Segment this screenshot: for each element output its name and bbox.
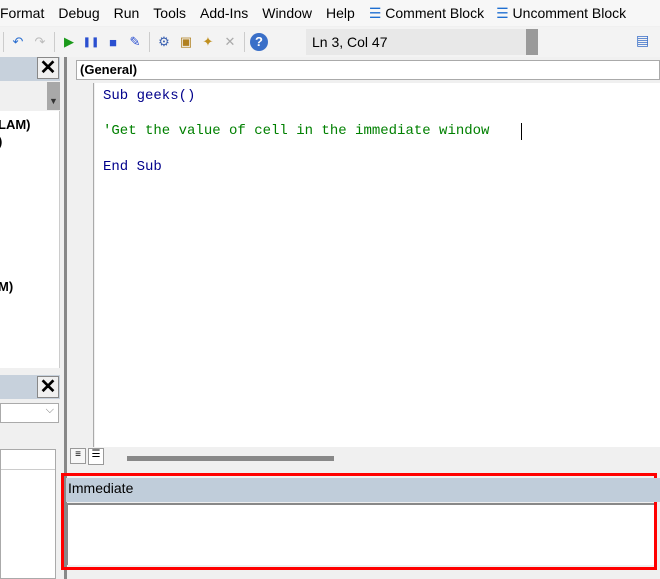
separator	[54, 32, 55, 52]
code-margin	[68, 83, 94, 447]
immediate-window-header: Immediate	[66, 478, 660, 502]
project-explorer-icon[interactable]: ⚙	[153, 31, 175, 53]
toolbox-icon[interactable]: ✕	[219, 31, 241, 53]
properties-icon[interactable]: ▣	[175, 31, 197, 53]
menu-bar: Format Debug Run Tools Add-Ins Window He…	[0, 0, 660, 26]
properties-object-dropdown[interactable]: ⌵	[0, 403, 59, 423]
undo-icon[interactable]: ↶	[7, 31, 29, 53]
code-line: 'Get the value of cell in the immediate …	[103, 123, 490, 139]
properties-list	[0, 449, 56, 579]
menu-tools[interactable]: Tools	[153, 5, 186, 21]
menu-debug[interactable]: Debug	[58, 5, 99, 21]
menu-window[interactable]: Window	[262, 5, 312, 21]
procedure-view-button[interactable]: ≡	[70, 448, 86, 464]
immediate-window-title: Immediate	[68, 480, 134, 496]
close-properties-button[interactable]: ✕	[37, 376, 59, 398]
menu-run[interactable]: Run	[114, 5, 140, 21]
separator	[149, 32, 150, 52]
uncomment-block-button[interactable]: ☰ Uncomment Block	[496, 5, 626, 22]
break-icon[interactable]: ❚❚	[80, 31, 102, 53]
horizontal-scrollbar[interactable]	[127, 456, 334, 461]
tree-item[interactable]: LAM)	[0, 117, 31, 132]
design-mode-icon[interactable]: ✎	[124, 31, 146, 53]
separator	[244, 32, 245, 52]
code-line: Sub geeks()	[103, 88, 196, 104]
comment-block-button[interactable]: ☰ Comment Block	[369, 5, 484, 22]
immediate-input[interactable]	[67, 503, 654, 565]
reset-icon[interactable]: ■	[102, 31, 124, 53]
tree-item[interactable]: )	[0, 134, 2, 149]
help-icon[interactable]: ?	[248, 31, 270, 53]
run-icon[interactable]: ▶	[58, 31, 80, 53]
scroll-arrow-icon[interactable]: ▼	[47, 82, 60, 110]
project-tree: LAM) ) M)	[0, 111, 60, 368]
toolbar-dropdown-grip[interactable]	[526, 29, 538, 55]
text-cursor	[521, 123, 522, 140]
object-dropdown[interactable]: (General)	[76, 60, 660, 80]
close-project-explorer-button[interactable]: ✕	[37, 57, 59, 79]
object-browser-icon[interactable]: ✦	[197, 31, 219, 53]
menu-help[interactable]: Help	[326, 5, 355, 21]
code-line: End Sub	[103, 159, 162, 175]
full-module-view-button[interactable]: ☰	[88, 448, 104, 465]
redo-icon[interactable]: ↷	[29, 31, 51, 53]
menu-format[interactable]: Format	[0, 5, 44, 21]
code-editor[interactable]: Sub geeks() 'Get the value of cell in th…	[95, 83, 660, 447]
comment-block-icon: ☰	[368, 4, 382, 21]
cursor-position: Ln 3, Col 47	[306, 29, 538, 55]
menu-add-ins[interactable]: Add-Ins	[200, 5, 248, 21]
separator	[3, 32, 4, 52]
tree-item[interactable]: M)	[0, 279, 13, 294]
toolbar-options-icon[interactable]: ▤	[636, 32, 660, 52]
uncomment-block-icon: ☰	[496, 4, 509, 21]
